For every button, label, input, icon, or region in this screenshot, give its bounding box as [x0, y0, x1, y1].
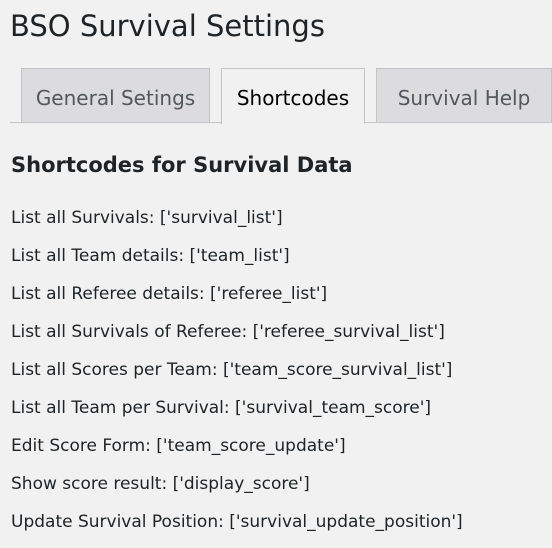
shortcode-referee-survival-list: List all Survivals of Referee: ['referee… — [11, 322, 445, 342]
page-title: BSO Survival Settings — [10, 9, 325, 43]
settings-page: BSO Survival Settings General Setings Sh… — [0, 0, 552, 548]
tab-general-settings[interactable]: General Setings — [21, 68, 210, 122]
section-heading: Shortcodes for Survival Data — [11, 153, 353, 177]
tab-survival-help[interactable]: Survival Help — [376, 68, 552, 122]
shortcode-list: List all Survivals: ['survival_list'] Li… — [11, 206, 463, 548]
shortcode-survival-list: List all Survivals: ['survival_list'] — [11, 208, 283, 228]
shortcode-team-list: List all Team details: ['team_list'] — [11, 246, 290, 266]
shortcode-display-score: Show score result: ['display_score'] — [11, 474, 310, 494]
shortcode-team-score-update: Edit Score Form: ['team_score_update'] — [11, 436, 346, 456]
tab-shortcodes[interactable]: Shortcodes — [221, 68, 365, 124]
shortcode-team-score-survival-list: List all Scores per Team: ['team_score_s… — [11, 360, 453, 380]
shortcode-survival-update-position: Update Survival Position: ['survival_upd… — [11, 512, 463, 532]
tab-bar: General Setings Shortcodes Survival Help — [0, 67, 552, 124]
shortcode-survival-team-score: List all Team per Survival: ['survival_t… — [11, 398, 432, 418]
shortcode-referee-list: List all Referee details: ['referee_list… — [11, 284, 328, 304]
